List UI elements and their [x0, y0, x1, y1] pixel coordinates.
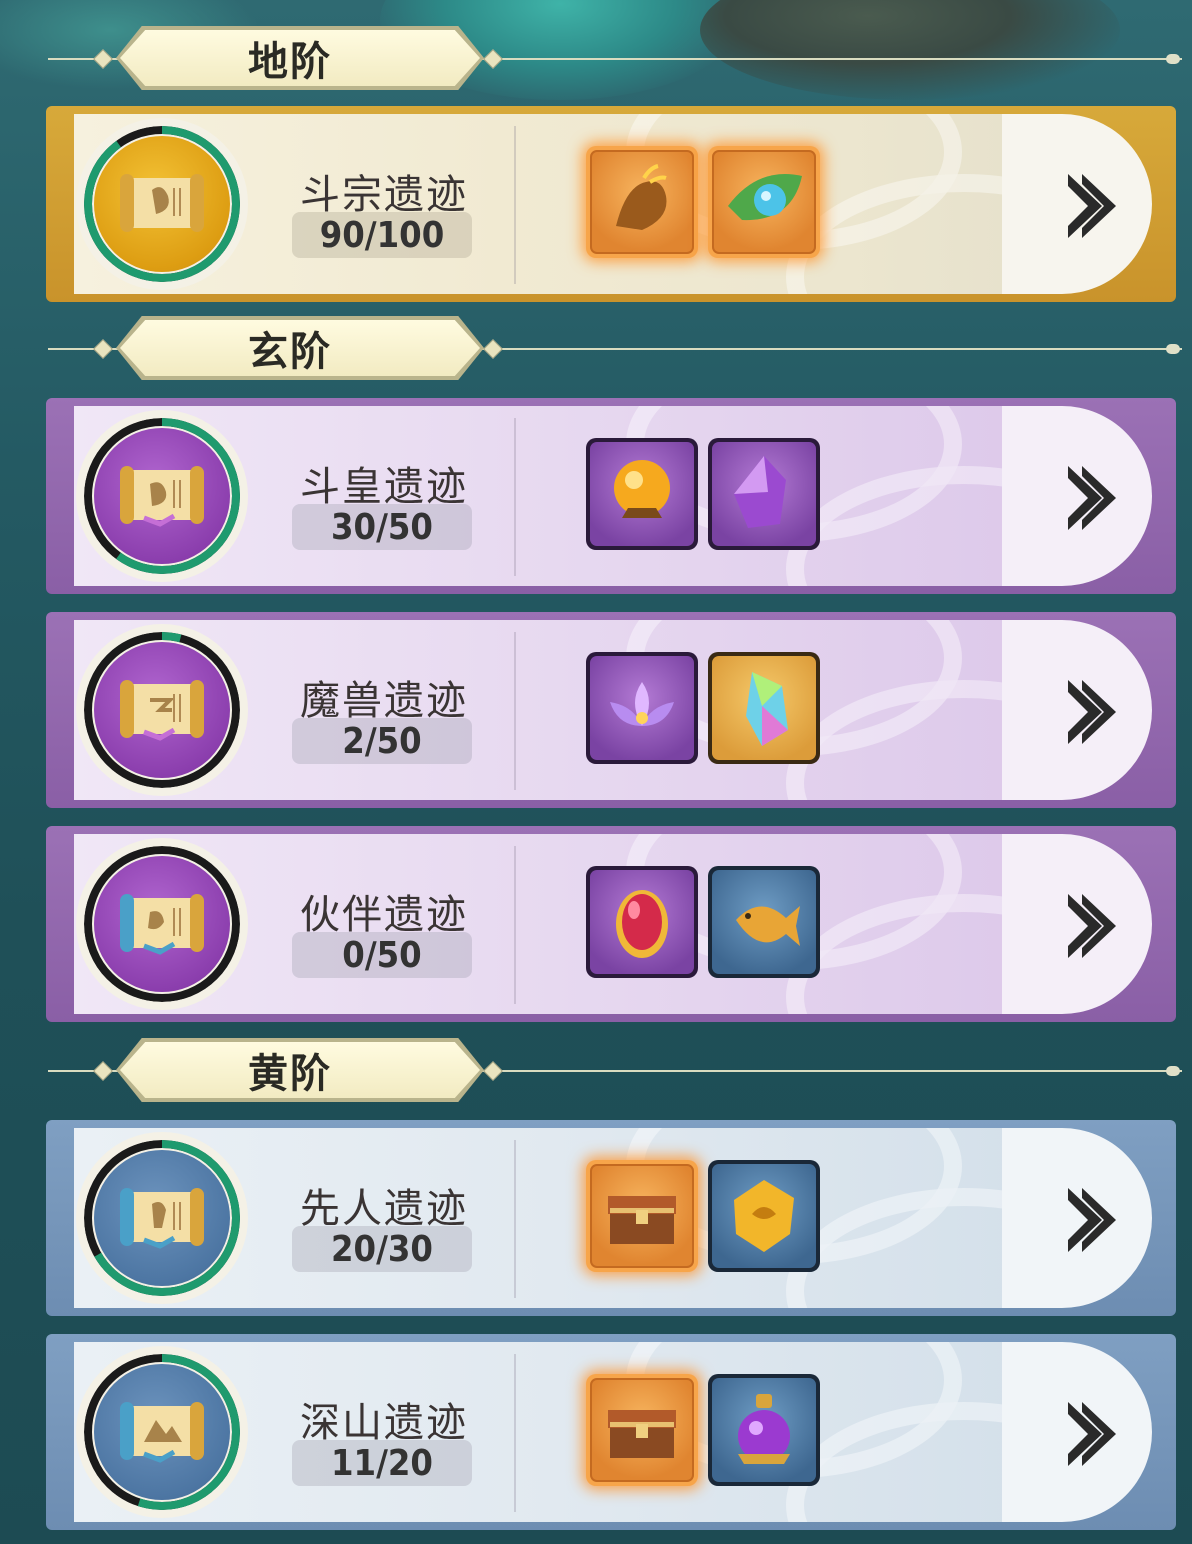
reward-slot[interactable]: [586, 1374, 698, 1486]
section-header-mystic: 玄阶: [0, 314, 1192, 384]
scroll-icon: [120, 1402, 204, 1463]
scroll-icon: [120, 680, 204, 741]
relic-medal: [76, 624, 256, 804]
progress-count: 20/30: [292, 1226, 472, 1272]
reward-slot[interactable]: [586, 146, 698, 258]
reward-slot[interactable]: [586, 1160, 698, 1272]
progress-count: 0/50: [292, 932, 472, 978]
golden-fish-icon: [736, 906, 800, 946]
relic-row-shenshan[interactable]: 深山遗迹 11/20: [46, 1334, 1192, 1530]
relic-medal: [76, 1132, 256, 1312]
progress-count: 30/50: [292, 504, 472, 550]
scroll-icon: [120, 174, 204, 232]
relic-medal: [76, 838, 256, 1018]
reward-slot[interactable]: [708, 438, 820, 550]
gold-ore-icon: [734, 1180, 794, 1252]
golden-root-icon: [616, 164, 667, 230]
purple-potion-icon: [738, 1394, 790, 1464]
lotus-icon: [610, 682, 674, 726]
relic-medal: [76, 118, 256, 298]
relic-row-douzong[interactable]: 斗宗遗迹 90/100: [46, 106, 1192, 302]
progress-count: 90/100: [292, 212, 472, 258]
reward-slot[interactable]: [708, 652, 820, 764]
reward-slot[interactable]: [708, 866, 820, 978]
chevron-right-icon[interactable]: [1060, 166, 1120, 246]
reward-slot[interactable]: [708, 1160, 820, 1272]
chevron-right-icon[interactable]: [1060, 1394, 1120, 1474]
scroll-icon: [120, 466, 204, 527]
section-title: 地阶: [248, 38, 332, 85]
reward-slot[interactable]: [708, 1374, 820, 1486]
chevron-right-icon[interactable]: [1060, 1180, 1120, 1260]
red-egg-icon: [616, 890, 668, 958]
purple-crystal-icon: [734, 456, 786, 528]
section-title: 黄阶: [248, 1050, 332, 1097]
relic-medal: [76, 410, 256, 590]
treasure-chest-icon: [608, 1196, 676, 1244]
chevron-right-icon[interactable]: [1060, 458, 1120, 538]
leaf-pearl-icon: [728, 174, 802, 221]
golden-orb-icon: [614, 460, 670, 518]
section-header-earth: 地阶: [0, 24, 1192, 94]
relic-medal: [76, 1346, 256, 1526]
rainbow-crystal-icon: [746, 672, 788, 746]
progress-count: 2/50: [292, 718, 472, 764]
treasure-chest-icon: [608, 1410, 676, 1458]
relic-row-huoban[interactable]: 伙伴遗迹 0/50: [46, 826, 1192, 1022]
progress-count: 11/20: [292, 1440, 472, 1486]
chevron-right-icon[interactable]: [1060, 672, 1120, 752]
reward-slot[interactable]: [586, 866, 698, 978]
scroll-icon: [120, 1188, 204, 1249]
scroll-icon: [120, 894, 204, 955]
chevron-right-icon[interactable]: [1060, 886, 1120, 966]
relic-row-xianren[interactable]: 先人遗迹 20/30: [46, 1120, 1192, 1316]
reward-slot[interactable]: [708, 146, 820, 258]
relic-row-mowshou[interactable]: 魔兽遗迹 2/50: [46, 612, 1192, 808]
reward-slot[interactable]: [586, 652, 698, 764]
section-header-yellow: 黄阶: [0, 1036, 1192, 1106]
section-title: 玄阶: [248, 328, 332, 375]
relic-row-douhuang[interactable]: 斗皇遗迹 30/50: [46, 398, 1192, 594]
reward-slot[interactable]: [586, 438, 698, 550]
